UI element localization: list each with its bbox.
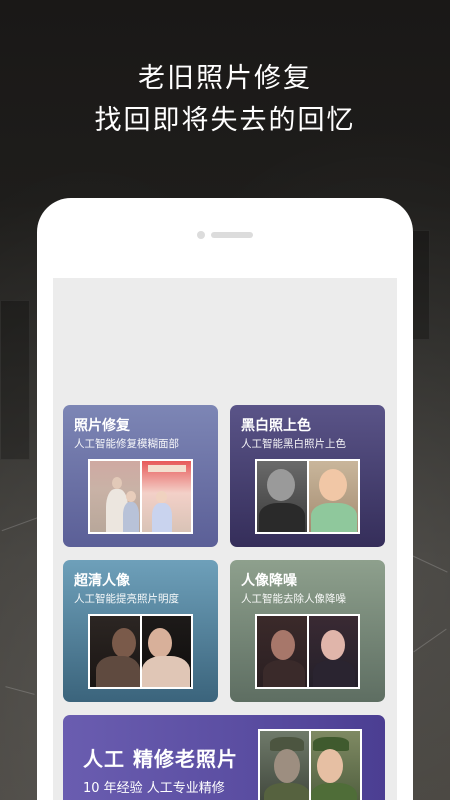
before-after-thumbnail (258, 729, 362, 800)
photo-restore-card[interactable]: 照片修复 人工智能修复模糊面部 (63, 405, 218, 547)
before-after-thumbnail (255, 614, 360, 689)
banner-title: 人工 精修老照片 (83, 747, 238, 771)
before-photo (90, 461, 140, 532)
before-photo (257, 461, 307, 532)
before-photo (90, 616, 140, 687)
hd-portrait-card[interactable]: 超清人像 人工智能提亮照片明度 (63, 560, 218, 702)
speaker-slot (211, 232, 253, 238)
manual-retouch-banner[interactable]: 人工 精修老照片 10 年经验 人工专业精修 (63, 715, 385, 800)
card-title: 超清人像 (74, 573, 130, 589)
card-title: 照片修复 (74, 418, 130, 434)
headline-line-1: 老旧照片修复 (138, 63, 312, 94)
card-subtitle: 人工智能去除人像降噪 (241, 593, 346, 605)
before-after-thumbnail (255, 459, 360, 534)
phone-frame: 照片修复 人工智能修复模糊面部 黑白照上色 人工智能黑白照片上色 超清人像 人工… (37, 198, 413, 800)
denoise-card[interactable]: 人像降噪 人工智能去除人像降噪 (230, 560, 385, 702)
card-subtitle: 人工智能修复模糊面部 (74, 438, 179, 450)
colorize-card[interactable]: 黑白照上色 人工智能黑白照片上色 (230, 405, 385, 547)
before-photo (260, 731, 309, 800)
card-subtitle: 人工智能提亮照片明度 (74, 593, 179, 605)
camera-dot (197, 231, 205, 239)
card-title: 人像降噪 (241, 573, 297, 589)
after-photo (311, 731, 360, 800)
card-subtitle: 人工智能黑白照片上色 (241, 438, 346, 450)
card-title: 黑白照上色 (241, 418, 311, 434)
headline-line-2: 找回即将失去的回忆 (94, 105, 356, 136)
before-photo (257, 616, 307, 687)
after-photo (308, 461, 358, 532)
before-after-thumbnail (88, 614, 193, 689)
after-photo (308, 616, 358, 687)
banner-subtitle: 10 年经验 人工专业精修 (83, 781, 225, 796)
promo-headline: 老旧照片修复 找回即将失去的回忆 (0, 58, 450, 142)
before-after-thumbnail (88, 459, 193, 534)
after-photo (141, 616, 191, 687)
app-screen: 照片修复 人工智能修复模糊面部 黑白照上色 人工智能黑白照片上色 超清人像 人工… (53, 278, 397, 800)
after-photo (141, 461, 191, 532)
